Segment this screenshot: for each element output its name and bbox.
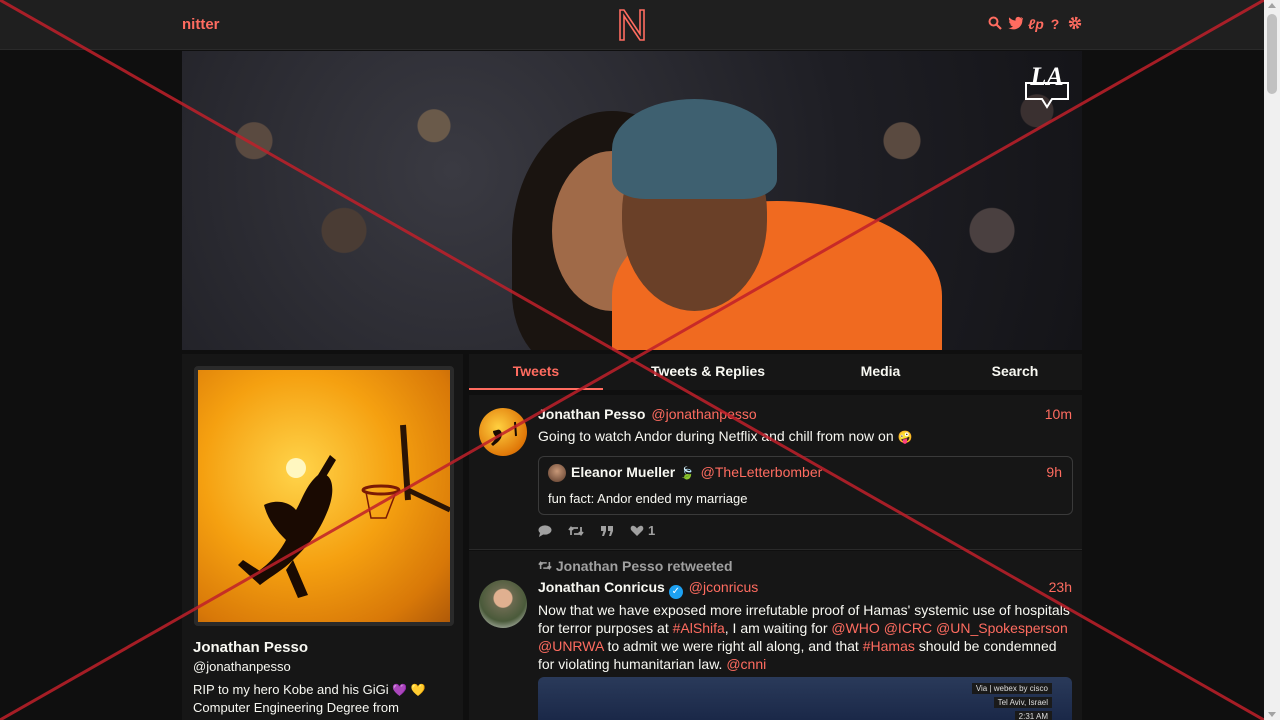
bio-line-2: Computer Engineering Degree from	[193, 700, 399, 715]
tweet-author-name[interactable]: Jonathan Pesso	[538, 406, 645, 422]
la-lakers-logo-icon: LA	[1025, 62, 1069, 109]
bio-emoji: 💜 💛	[392, 683, 426, 697]
quoted-tweet[interactable]: Eleanor Mueller 🍃 @TheLetterbomber 9h fun…	[538, 456, 1073, 515]
tweet-avatar[interactable]	[479, 408, 527, 456]
tab-search[interactable]: Search	[948, 354, 1082, 390]
timeline: Tweets Tweets & Replies Media Search Jon…	[469, 354, 1082, 720]
search-icon[interactable]	[988, 16, 1002, 32]
tweet-text: Now that we have exposed more irrefutabl…	[538, 601, 1073, 673]
scroll-up-arrow-icon[interactable]	[1268, 3, 1276, 8]
quote-name-emoji: 🍃	[679, 466, 695, 480]
quote-header: Eleanor Mueller 🍃 @TheLetterbomber	[571, 464, 822, 482]
help-icon[interactable]: ?	[1048, 16, 1062, 32]
quote-text: fun fact: Andor ended my marriage	[548, 491, 748, 506]
media-time-label: 2:31 AM	[1014, 711, 1052, 720]
quote-icon[interactable]	[600, 523, 618, 538]
scroll-down-arrow-icon[interactable]	[1268, 712, 1276, 717]
settings-gear-icon[interactable]	[1068, 16, 1082, 32]
tweet-text: Going to watch Andor during Netflix and …	[538, 427, 912, 446]
timeline-tabs: Tweets Tweets & Replies Media Search	[469, 354, 1082, 390]
retweeted-by[interactable]: Jonathan Pesso retweeted	[556, 558, 733, 574]
tweet-text-part: , I am waiting for	[724, 620, 832, 636]
brand-link[interactable]: nitter	[182, 16, 220, 33]
like-count: 1	[648, 523, 656, 538]
liberapay-icon[interactable]: ℓp	[1028, 16, 1044, 32]
quote-avatar[interactable]	[548, 464, 566, 482]
verified-badge-icon: ✓	[668, 585, 683, 599]
nitter-logo-icon[interactable]	[617, 8, 647, 42]
avatar-silhouette-icon	[491, 421, 517, 446]
svg-text:LA: LA	[1029, 62, 1063, 91]
twitter-bird-icon[interactable]	[1008, 16, 1023, 32]
mention-link[interactable]: @UN_Spokesperson	[936, 620, 1068, 636]
banner-photo-beanie	[612, 99, 777, 199]
bio-line-1: RIP to my hero Kobe and his GiGi	[193, 682, 389, 697]
tweet-time[interactable]: 10m	[1045, 406, 1072, 422]
profile-name[interactable]: Jonathan Pesso	[193, 639, 308, 656]
tweet-avatar[interactable]	[479, 580, 527, 628]
tab-media[interactable]: Media	[813, 354, 948, 390]
tweet-header: Jonathan Conricus ✓ @jconricus	[538, 579, 758, 599]
basketball-silhouette-icon	[238, 424, 450, 598]
profile-banner[interactable]: LA	[182, 51, 1082, 350]
tweet-author-handle[interactable]: @jonathanpesso	[651, 406, 756, 422]
profile-avatar[interactable]	[194, 366, 454, 626]
tweet-time[interactable]: 23h	[1049, 579, 1072, 595]
hashtag-link[interactable]: #AlShifa	[673, 620, 725, 636]
hashtag-link[interactable]: #Hamas	[863, 638, 915, 654]
scrollbar-thumb[interactable]	[1267, 14, 1277, 94]
tweet-media[interactable]: Via | webex by cisco Tel Aviv, Israel 2:…	[538, 677, 1072, 720]
profile-bio: RIP to my hero Kobe and his GiGi 💜 💛 Com…	[193, 681, 455, 716]
retweet-icon[interactable]	[568, 523, 588, 538]
nav-icons: ℓp ?	[988, 16, 1082, 32]
reply-icon[interactable]	[538, 523, 556, 538]
retweet-header: Jonathan Pesso retweeted	[538, 558, 733, 574]
tweet-item[interactable]: Jonathan Pesso @jonathanpesso 10m Going t…	[469, 395, 1082, 550]
mention-link[interactable]: @WHO	[831, 620, 879, 636]
profile-card: Jonathan Pesso @jonathanpesso RIP to my …	[182, 354, 463, 720]
profile-handle[interactable]: @jonathanpesso	[193, 659, 291, 674]
tweet-body: Going to watch Andor during Netflix and …	[538, 428, 894, 444]
quote-author-name[interactable]: Eleanor Mueller	[571, 464, 675, 480]
tweet-header: Jonathan Pesso @jonathanpesso	[538, 406, 757, 424]
quote-time[interactable]: 9h	[1046, 464, 1062, 480]
tab-tweets[interactable]: Tweets	[469, 354, 603, 390]
quote-author-handle[interactable]: @TheLetterbomber	[701, 464, 823, 480]
tweet-stats: 1	[538, 523, 655, 538]
mention-link[interactable]: @cnni	[726, 656, 766, 672]
retweeted-icon	[538, 561, 552, 570]
media-location-label: Tel Aviv, Israel	[993, 697, 1052, 708]
tweet-text-part: to admit we were right all along, and th…	[603, 638, 863, 654]
tweet-item[interactable]: Jonathan Pesso retweeted Jonathan Conric…	[469, 551, 1082, 720]
tweet-author-handle[interactable]: @jconricus	[689, 579, 758, 595]
tweet-author-name[interactable]: Jonathan Conricus	[538, 579, 665, 595]
mention-link[interactable]: @ICRC	[884, 620, 932, 636]
like-icon[interactable]: 1	[630, 523, 655, 538]
media-via-label: Via | webex by cisco	[971, 683, 1052, 694]
navbar: nitter ℓp ?	[0, 0, 1264, 50]
page-scrollbar[interactable]	[1264, 0, 1280, 720]
tweet-emoji: 🤪	[897, 430, 913, 444]
tab-tweets-replies[interactable]: Tweets & Replies	[603, 354, 813, 390]
mention-link[interactable]: @UNRWA	[538, 638, 604, 654]
